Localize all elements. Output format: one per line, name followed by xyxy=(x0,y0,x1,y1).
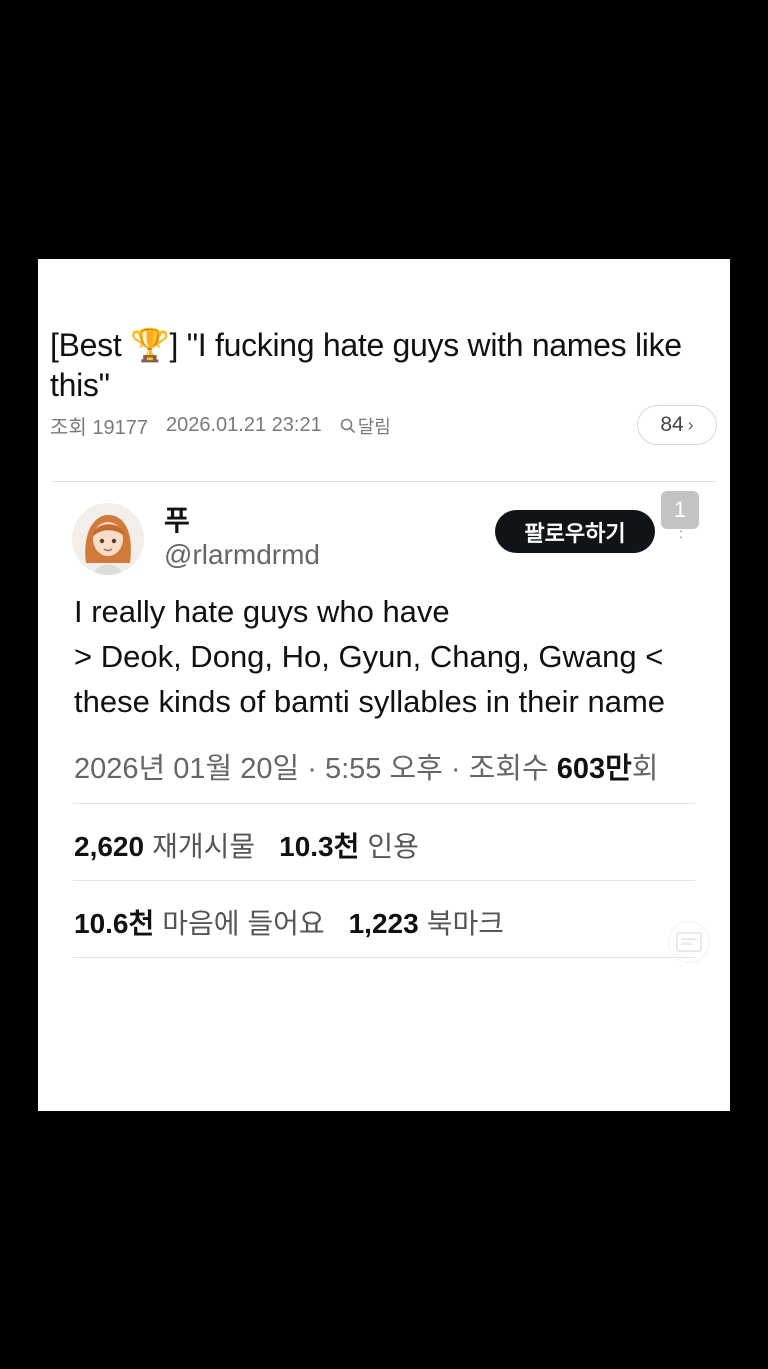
tweet-timestamp-views: 2026년 01월 20일 · 5:55 오후 · 조회수 603만회 xyxy=(74,745,658,787)
like-stat[interactable]: 10.6천 마음에 들어요 xyxy=(74,902,325,942)
like-label: 마음에 들어요 xyxy=(162,908,325,939)
quote-stat[interactable]: 10.3천 인용 xyxy=(279,825,419,865)
search-icon xyxy=(340,418,355,433)
chevron-right-icon: › xyxy=(687,414,694,435)
comment-count: 84 xyxy=(660,413,684,436)
retweet-count: 2,620 xyxy=(74,831,145,862)
retweet-label: 재개시물 xyxy=(152,831,256,862)
stats-row-likes: 10.6천 마음에 들어요 1,223 북마크 xyxy=(74,902,528,942)
post-card: [Best 🏆] "I fucking hate guys with names… xyxy=(38,259,730,1111)
search-link[interactable]: 달림 xyxy=(340,413,391,439)
divider xyxy=(52,481,716,482)
retweet-stat[interactable]: 2,620 재개시물 xyxy=(74,825,255,865)
comment-count-button[interactable]: 84 › xyxy=(637,405,717,445)
display-name[interactable]: 푸 xyxy=(164,499,190,539)
view-count: 조회 19177 xyxy=(50,417,148,439)
divider xyxy=(73,957,695,958)
tweet-view-suffix: 회 xyxy=(631,753,659,785)
more-vertical-icon[interactable]: · · xyxy=(676,523,686,543)
search-label: 달림 xyxy=(357,416,391,437)
post-title: [Best 🏆] "I fucking hate guys with names… xyxy=(50,327,682,403)
quote-label: 인용 xyxy=(367,831,419,862)
tweet-view-count: 603만 xyxy=(556,753,632,785)
bookmark-stat[interactable]: 1,223 북마크 xyxy=(349,902,504,942)
tweet-line: I really hate guys who have xyxy=(74,594,450,629)
divider xyxy=(73,880,695,881)
post-meta: 조회 19177 2026.01.21 23:21 달림 xyxy=(50,411,391,440)
tweet-timestamp: 2026년 01월 20일 · 5:55 오후 · 조회수 xyxy=(74,753,557,785)
post-datetime: 2026.01.21 23:21 xyxy=(165,414,322,436)
bookmark-label: 북마크 xyxy=(426,908,504,939)
tweet-text: I really hate guys who have > Deok, Dong… xyxy=(74,589,724,724)
bookmark-count: 1,223 xyxy=(348,908,419,939)
tweet-line: these kinds of bamti syllables in their … xyxy=(74,684,666,719)
like-count: 10.6천 xyxy=(74,908,155,939)
stats-row-reposts: 2,620 재개시물 10.3천 인용 xyxy=(74,825,443,865)
follow-button[interactable]: 팔로우하기 xyxy=(495,510,655,553)
tweet-line: > Deok, Dong, Ho, Gyun, Chang, Gwang < xyxy=(74,639,664,674)
divider xyxy=(73,803,695,804)
user-handle[interactable]: @rlarmdrmd xyxy=(164,539,320,571)
avatar[interactable] xyxy=(72,503,144,575)
quote-count: 10.3천 xyxy=(279,831,360,862)
